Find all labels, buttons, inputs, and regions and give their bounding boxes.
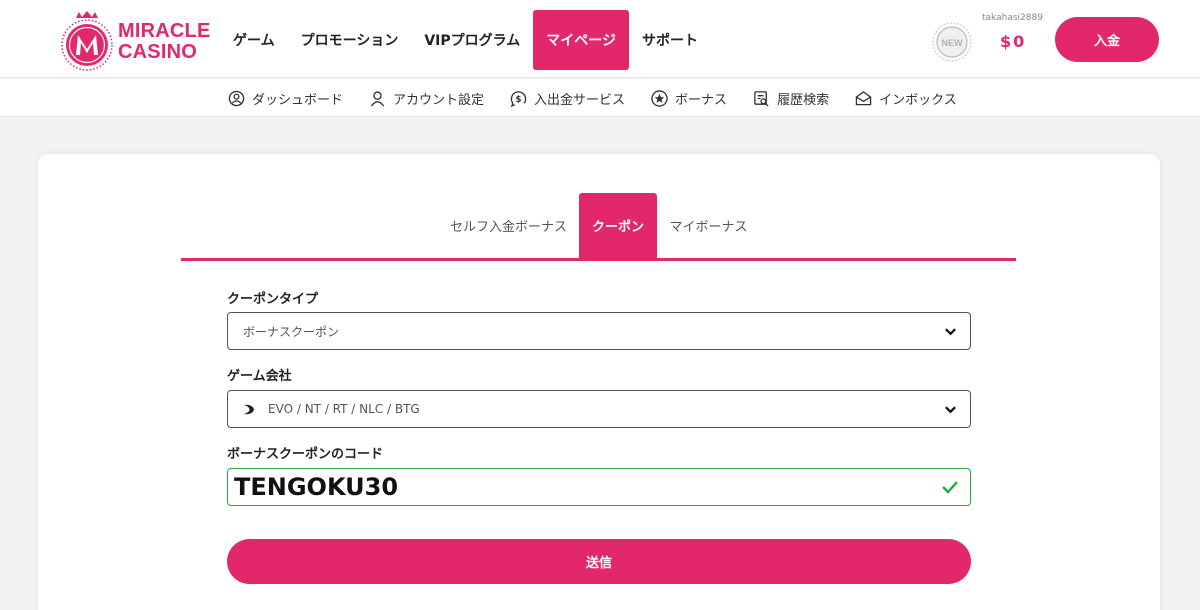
provider-select[interactable]: EVO / NT / RT / NLC / BTG (227, 390, 971, 428)
nav-item-promotions[interactable]: プロモーション (288, 10, 412, 70)
bonus-tabs: セルフ入金ボーナス クーポン マイボーナス (181, 193, 1016, 261)
tab-coupon[interactable]: クーポン (579, 193, 657, 258)
brand-logo[interactable]: MIRACLE CASINO (58, 9, 218, 71)
provider-logo-icon (243, 404, 255, 414)
my-page-subnav: ダッシュボード アカウント設定 $ 入出金サービス ボーナス 履歴検索 インボッ… (0, 79, 1200, 117)
dollar-icon: $ (510, 90, 527, 107)
coupon-type-label: クーポンタイプ (227, 292, 319, 307)
dashboard-icon (228, 90, 245, 106)
submit-button[interactable]: 送信 (227, 539, 971, 584)
username: takahasi2889 (982, 13, 1043, 23)
miracle-emblem-icon (61, 11, 113, 71)
subnav-item-account-settings[interactable]: アカウント設定 (369, 89, 484, 108)
subnav-item-history-search[interactable]: 履歴検索 (753, 89, 829, 108)
bonus-card: セルフ入金ボーナス クーポン マイボーナス クーポンタイプ ボーナスクーポン ゲ… (38, 154, 1160, 610)
nav-item-my-page[interactable]: マイページ (533, 10, 629, 70)
subnav-label-inbox: インボックス (879, 92, 957, 108)
subnav-item-bonus[interactable]: ボーナス (651, 89, 727, 108)
nav-item-support[interactable]: サポート (629, 10, 711, 70)
subnav-item-payments[interactable]: $ 入出金サービス (510, 89, 625, 108)
chevron-down-icon (945, 328, 956, 336)
subnav-item-inbox[interactable]: インボックス (855, 89, 957, 108)
deposit-button[interactable]: 入金 (1055, 17, 1159, 62)
envelope-icon (855, 90, 872, 105)
subnav-item-dashboard[interactable]: ダッシュボード (228, 89, 343, 108)
coupon-type-value: ボーナスクーポン (243, 324, 340, 339)
subnav-label-bonus: ボーナス (675, 92, 728, 108)
nav-item-vip-program[interactable]: VIPプログラム (411, 10, 533, 70)
user-icon (370, 90, 385, 106)
tab-my-bonus[interactable]: マイボーナス (661, 193, 756, 258)
balance-amount: $0 (1000, 32, 1027, 51)
chevron-down-icon (945, 406, 956, 414)
provider-label: ゲーム会社 (227, 369, 292, 384)
provider-value: EVO / NT / RT / NLC / BTG (268, 402, 420, 416)
new-badge-text: NEW (942, 38, 964, 48)
tab-self-deposit-bonus[interactable]: セルフ入金ボーナス (441, 193, 576, 258)
nav-item-games[interactable]: ゲーム (220, 10, 288, 70)
subnav-label-history-search: 履歴検索 (777, 92, 830, 108)
brand-name: MIRACLE CASINO (118, 21, 211, 63)
subnav-label-dashboard: ダッシュボード (252, 92, 344, 108)
check-icon (942, 481, 958, 494)
coupon-code-input[interactable] (227, 468, 971, 506)
brand-name-line2: CASINO (118, 41, 197, 63)
brand-name-line1: MIRACLE (118, 20, 211, 42)
subnav-label-payments: 入出金サービス (534, 92, 626, 108)
new-level-badge-icon[interactable]: NEW (931, 21, 973, 63)
svg-text:$: $ (516, 94, 522, 104)
main-nav: ゲーム プロモーション VIPプログラム マイページ サポート (220, 10, 711, 70)
star-icon (651, 89, 668, 107)
coupon-code-label: ボーナスクーポンのコード (227, 447, 384, 462)
subnav-label-account-settings: アカウント設定 (393, 92, 485, 108)
top-header: MIRACLE CASINO ゲーム プロモーション VIPプログラム マイペー… (0, 0, 1200, 78)
history-search-icon (754, 90, 769, 107)
coupon-type-select[interactable]: ボーナスクーポン (227, 312, 971, 350)
